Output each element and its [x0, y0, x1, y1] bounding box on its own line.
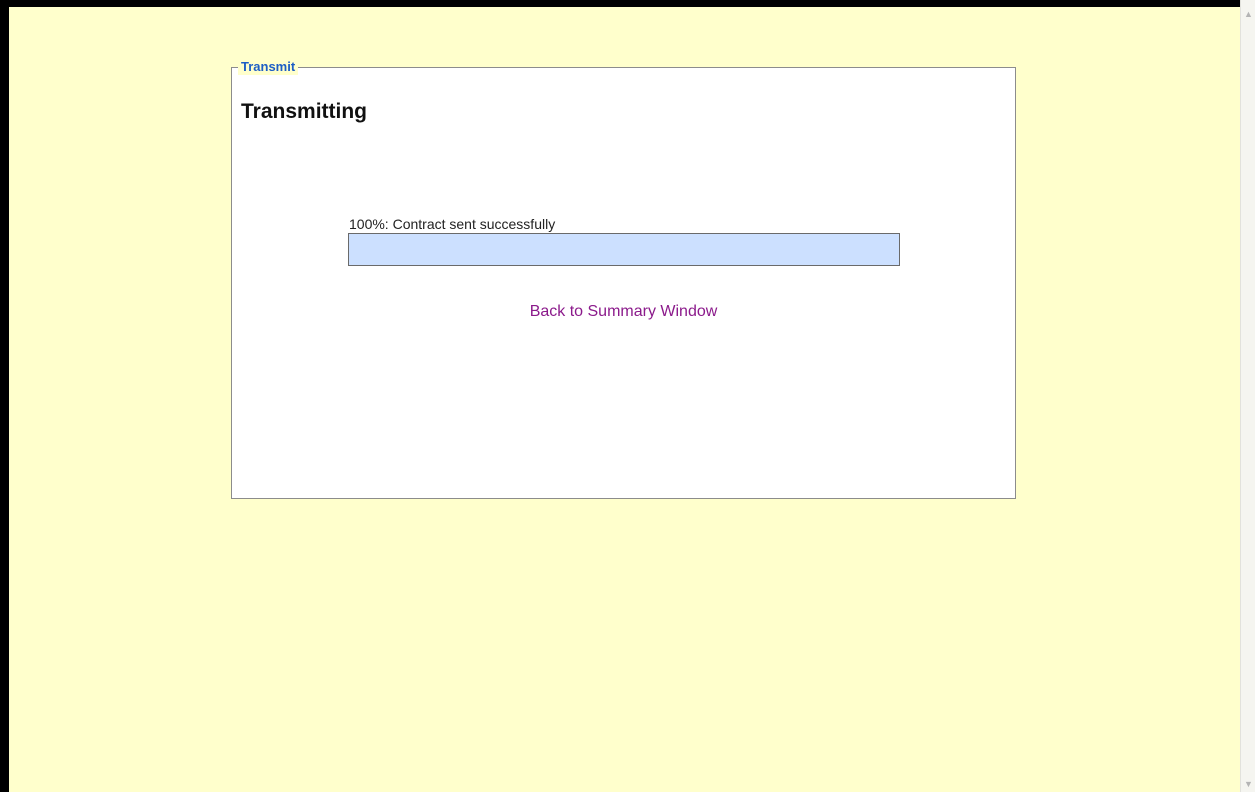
- progress-bar: [348, 233, 900, 266]
- vertical-scrollbar[interactable]: ▲ ▼: [1240, 0, 1255, 792]
- chevron-up-icon[interactable]: ▲: [1241, 7, 1255, 22]
- back-to-summary-link[interactable]: Back to Summary Window: [232, 302, 1015, 322]
- panel-legend: Transmit: [238, 59, 299, 75]
- transmit-panel: Transmit Transmitting 100%: Contract sen…: [231, 59, 1016, 499]
- progress-status-text: 100%: Contract sent successfully: [349, 216, 556, 232]
- window-top-border: [0, 0, 1240, 7]
- window-left-border: [0, 0, 9, 792]
- chevron-down-icon[interactable]: ▼: [1241, 777, 1255, 792]
- progress-bar-fill: [349, 234, 899, 265]
- browser-viewport: Transmit Transmitting 100%: Contract sen…: [0, 0, 1255, 792]
- page-title: Transmitting: [241, 100, 368, 123]
